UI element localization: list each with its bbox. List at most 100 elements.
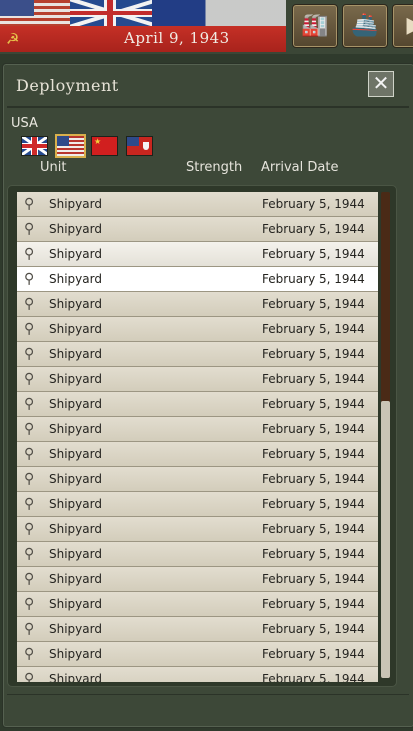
unit-row[interactable]: ⚲ Shipyard February 5, 1944 xyxy=(17,192,378,217)
unit-rank-icon: ⚲ xyxy=(24,296,35,312)
unit-rank-icon: ⚲ xyxy=(24,371,35,387)
arrival-date: February 5, 1944 xyxy=(262,547,365,561)
arrival-date: February 5, 1944 xyxy=(262,347,365,361)
unit-name: Shipyard xyxy=(49,597,102,611)
unit-rank-icon: ⚲ xyxy=(24,446,35,462)
unit-row[interactable]: ⚲ Shipyard February 5, 1944 xyxy=(17,667,378,682)
unit-name: Shipyard xyxy=(49,372,102,386)
unit-row[interactable]: ⚲ Shipyard February 5, 1944 xyxy=(17,292,378,317)
column-header-arrival[interactable]: Arrival Date xyxy=(261,160,338,175)
arrival-date: February 5, 1944 xyxy=(262,247,365,261)
unit-rank-icon: ⚲ xyxy=(24,621,35,637)
close-icon: ✕ xyxy=(372,71,390,95)
unit-row[interactable]: ⚲ Shipyard February 5, 1944 xyxy=(17,217,378,242)
divider xyxy=(7,106,409,108)
unit-rank-icon: ⚲ xyxy=(24,546,35,562)
unit-rank-icon: ⚲ xyxy=(24,571,35,587)
deployment-panel: Deployment ✕ USA ★ Unit Strength Arrival… xyxy=(2,63,413,728)
unit-rank-icon: ⚲ xyxy=(24,346,35,362)
unit-rank-icon: ⚲ xyxy=(24,221,35,237)
panel-footer xyxy=(7,694,409,723)
arrival-date: February 5, 1944 xyxy=(262,497,365,511)
unit-list-frame: ⚲ Shipyard February 5, 1944 ⚲ Shipyard Februa… xyxy=(7,185,397,687)
flag-uk-banner xyxy=(70,0,152,26)
allied-flags-banner xyxy=(0,0,286,26)
unit-name: Shipyard xyxy=(49,622,102,636)
unit-rank-icon: ⚲ xyxy=(24,671,35,682)
unit-row[interactable]: ⚲ Shipyard February 5, 1944 xyxy=(17,342,378,367)
country-label: USA xyxy=(11,116,38,131)
unit-row[interactable]: ⚲ Shipyard February 5, 1944 xyxy=(17,517,378,542)
unit-name: Shipyard xyxy=(49,547,102,561)
unit-rank-icon: ⚲ xyxy=(24,646,35,662)
unit-row[interactable]: ⚲ Shipyard February 5, 1944 xyxy=(17,592,378,617)
column-header-unit[interactable]: Unit xyxy=(40,160,66,175)
arrival-date: February 5, 1944 xyxy=(262,322,365,336)
unit-row[interactable]: ⚲ Shipyard February 5, 1944 xyxy=(17,467,378,492)
unit-rank-icon: ⚲ xyxy=(24,421,35,437)
unit-name: Shipyard xyxy=(49,497,102,511)
flag-cn-icon[interactable]: ★ xyxy=(91,136,118,156)
unit-name: Shipyard xyxy=(49,447,102,461)
close-button[interactable]: ✕ xyxy=(368,71,394,97)
arrival-date: February 5, 1944 xyxy=(262,572,365,586)
flag-uk-icon[interactable] xyxy=(21,136,48,156)
unit-name: Shipyard xyxy=(49,422,102,436)
unit-rank-icon: ⚲ xyxy=(24,321,35,337)
column-header-strength[interactable]: Strength xyxy=(186,160,242,175)
panel-title: Deployment xyxy=(16,76,119,95)
unit-name: Shipyard xyxy=(49,197,102,211)
unit-rank-icon: ⚲ xyxy=(24,496,35,512)
current-date: April 9, 1943 xyxy=(124,29,230,47)
ship-icon: 🚢 xyxy=(351,13,379,38)
unit-rank-icon: ⚲ xyxy=(24,271,35,287)
arrival-date: February 5, 1944 xyxy=(262,447,365,461)
scrollbar-thumb[interactable] xyxy=(381,401,390,678)
unit-name: Shipyard xyxy=(49,222,102,236)
unit-name: Shipyard xyxy=(49,647,102,661)
unit-row[interactable]: ⚲ Shipyard February 5, 1944 xyxy=(17,367,378,392)
arrival-date: February 5, 1944 xyxy=(262,622,365,636)
flag-banner-right xyxy=(152,0,286,26)
arrival-date: February 5, 1944 xyxy=(262,647,365,661)
arrival-date: February 5, 1944 xyxy=(262,272,365,286)
flag-us-icon[interactable] xyxy=(55,134,86,158)
unit-name: Shipyard xyxy=(49,247,102,261)
unit-row[interactable]: ⚲ Shipyard February 5, 1944 xyxy=(17,442,378,467)
unit-rank-icon: ⚲ xyxy=(24,396,35,412)
arrival-date: February 5, 1944 xyxy=(262,422,365,436)
unit-name: Shipyard xyxy=(49,397,102,411)
unit-row[interactable]: ⚲ Shipyard February 5, 1944 xyxy=(17,242,378,267)
unit-row[interactable]: ⚲ Shipyard February 5, 1944 xyxy=(17,642,378,667)
unit-row[interactable]: ⚲ Shipyard February 5, 1944 xyxy=(17,492,378,517)
arrival-date: February 5, 1944 xyxy=(262,197,365,211)
naval-button[interactable]: 🚢 xyxy=(342,4,388,48)
more-button[interactable]: ▶ xyxy=(392,4,413,48)
flag-us-banner xyxy=(0,0,70,26)
arrival-date: February 5, 1944 xyxy=(262,297,365,311)
arrival-date: February 5, 1944 xyxy=(262,222,365,236)
factory-icon: 🏭 xyxy=(301,13,329,38)
arrival-date: February 5, 1944 xyxy=(262,597,365,611)
menu-icon: ▶ xyxy=(393,5,413,47)
hammer-sickle-icon: ☭ xyxy=(6,30,20,48)
arrival-date: February 5, 1944 xyxy=(262,397,365,411)
unit-row[interactable]: ⚲ Shipyard February 5, 1944 xyxy=(17,317,378,342)
unit-name: Shipyard xyxy=(49,297,102,311)
arrival-date: February 5, 1944 xyxy=(262,672,365,682)
unit-row[interactable]: ⚲ Shipyard February 5, 1944 xyxy=(17,567,378,592)
unit-rank-icon: ⚲ xyxy=(24,596,35,612)
unit-row[interactable]: ⚲ Shipyard February 5, 1944 xyxy=(17,417,378,442)
unit-row[interactable]: ⚲ Shipyard February 5, 1944 xyxy=(17,392,378,417)
unit-name: Shipyard xyxy=(49,322,102,336)
production-button[interactable]: 🏭 xyxy=(292,4,338,48)
unit-rank-icon: ⚲ xyxy=(24,196,35,212)
unit-name: Shipyard xyxy=(49,472,102,486)
unit-row[interactable]: ⚲ Shipyard February 5, 1944 xyxy=(17,267,378,292)
unit-rank-icon: ⚲ xyxy=(24,471,35,487)
unit-list: ⚲ Shipyard February 5, 1944 ⚲ Shipyard Februa… xyxy=(17,192,378,682)
flag-bm-icon[interactable] xyxy=(126,136,153,156)
scrollbar-track[interactable] xyxy=(381,192,390,678)
unit-row[interactable]: ⚲ Shipyard February 5, 1944 xyxy=(17,542,378,567)
unit-row[interactable]: ⚲ Shipyard February 5, 1944 xyxy=(17,617,378,642)
